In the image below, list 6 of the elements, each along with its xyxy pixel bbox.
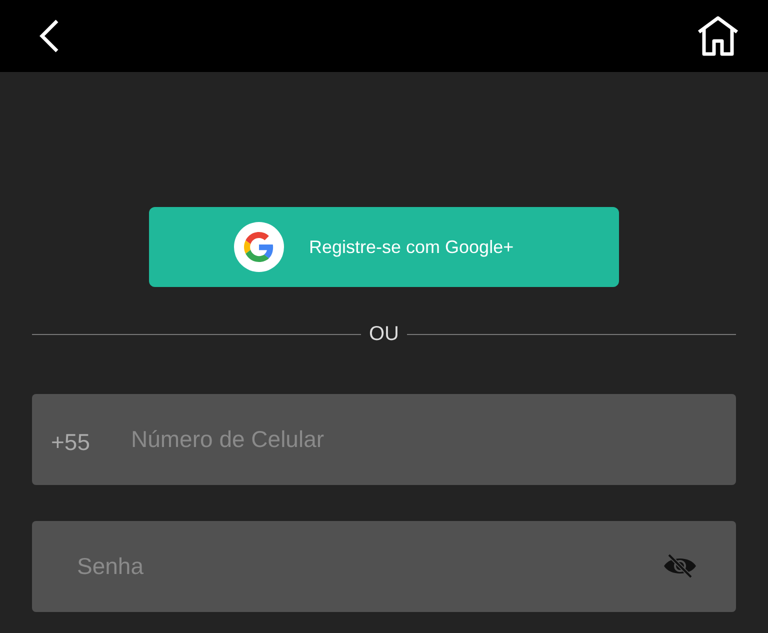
password-field[interactable]: Senha (32, 521, 736, 612)
country-code: +55 (51, 428, 90, 457)
home-button[interactable] (696, 14, 740, 58)
google-logo-icon (234, 222, 284, 272)
google-signup-button[interactable]: Registre-se com Google+ (149, 207, 619, 287)
divider-label: OU (369, 322, 399, 347)
